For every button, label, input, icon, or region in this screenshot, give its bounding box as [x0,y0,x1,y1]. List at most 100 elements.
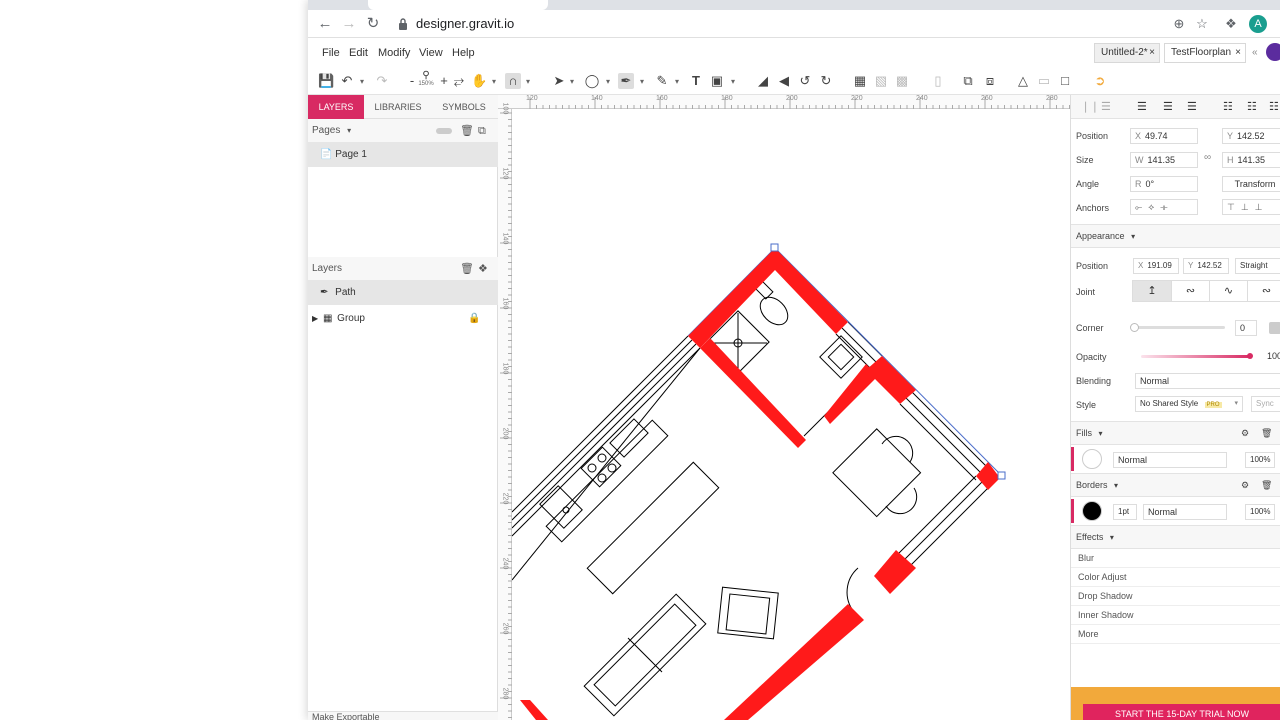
opacity-value[interactable]: 100% [1263,349,1280,365]
chevron-down-icon[interactable]: ▾ [526,77,530,86]
effect-inner-shadow[interactable]: Inner Shadow [1071,606,1280,625]
close-icon[interactable]: × [1149,44,1155,62]
chevron-down-icon[interactable]: ▾ [606,77,610,86]
pen-icon[interactable]: ✒ [618,73,634,89]
reload-icon[interactable]: ↻ [364,15,382,33]
borders-header[interactable]: Borders ▾ ⚙ 🗑 [1071,473,1280,497]
menu-view[interactable]: View [419,47,443,59]
tab-libraries[interactable]: LIBRARIES [368,95,428,119]
export-label[interactable]: Make Exportable [312,712,380,720]
collapse-icon[interactable]: « [1252,47,1258,58]
avatar[interactable]: A [1249,15,1267,33]
doc-tab-floorplan[interactable]: TestFloorplan × [1164,43,1246,63]
boolean-icon[interactable]: △ [1015,73,1031,89]
sync-button[interactable]: Sync [1251,396,1280,412]
fill-swatch[interactable] [1082,449,1102,469]
tab-symbols[interactable]: SYMBOLS [436,95,492,119]
add-icon[interactable]: ⊕ [1170,15,1188,33]
fit-icon[interactable]: ⥂ [451,73,467,89]
align-middle-icon[interactable]: ☷ [1247,100,1257,113]
crop-icon[interactable]: □ [1057,73,1073,89]
snap-magnet-icon[interactable]: ∩ [505,73,521,89]
align-left-icon[interactable]: ☰ [1137,100,1147,113]
browser-tab[interactable] [548,0,728,10]
hand-icon[interactable]: ✋ [471,73,487,89]
selection-handle[interactable] [997,471,1006,480]
pencil-icon[interactable]: ✎ [654,73,670,89]
curve-select[interactable]: Straight [1235,258,1280,274]
corner-field[interactable]: 0 [1235,320,1257,336]
joint-asym-icon[interactable]: ∾ [1247,281,1280,301]
flip-horizontal-icon[interactable]: ◢ [755,73,771,89]
transform-button[interactable]: Transform [1222,176,1280,192]
undo-icon[interactable]: ↶ [339,73,355,89]
chevron-down-icon[interactable]: ▾ [492,77,496,86]
text-icon[interactable]: T [688,73,704,89]
app-x-field[interactable]: X 191.09 [1133,258,1179,274]
border-swatch[interactable] [1082,501,1102,521]
align-bottom-icon[interactable]: ☷ [1269,100,1279,113]
lock-icon[interactable]: 🔒 [468,307,480,331]
export-icon[interactable]: ➲ [1092,73,1108,89]
joint-symmetric-icon[interactable]: ∿ [1209,281,1247,301]
forward-icon[interactable]: → [340,15,358,33]
path-op-icon[interactable]: ▯ [930,73,946,89]
effect-color-adjust[interactable]: Color Adjust [1071,568,1280,587]
tab-layers[interactable]: LAYERS [308,95,364,119]
chevron-down-icon[interactable]: ▾ [731,77,735,86]
chevron-down-icon[interactable]: ▾ [570,77,574,86]
corner-options-icon[interactable] [1269,322,1280,334]
border-opacity[interactable]: 100% [1245,504,1275,520]
outline-icon[interactable]: ▭ [1036,73,1052,89]
zoom-control[interactable]: ⚲ 150% [416,70,436,87]
chevron-right-icon[interactable]: ▶ [312,314,318,323]
image-icon[interactable]: ▣ [709,73,725,89]
url-text[interactable]: designer.gravit.io [416,16,514,31]
user-avatar[interactable] [1266,43,1280,61]
browser-tab-active[interactable] [368,0,548,10]
corner-slider[interactable] [1130,323,1225,332]
settings-icon[interactable]: ⚙ [1241,474,1249,496]
distribute-h-icon[interactable]: ❘❘ [1081,100,1099,113]
close-icon[interactable]: × [1235,44,1241,62]
extensions-icon[interactable]: ❖ [1222,15,1240,33]
toggle-switch[interactable] [436,128,452,134]
border-width[interactable]: 1pt [1113,504,1137,520]
slider-thumb[interactable] [1130,323,1139,332]
opacity-slider[interactable] [1141,353,1253,359]
align-right-icon[interactable]: ☰ [1187,100,1197,113]
floorplan-drawing[interactable] [512,109,1070,720]
trash-icon[interactable]: 🗑 [1261,474,1272,496]
fill-mode-select[interactable]: Normal [1113,452,1227,468]
app-y-field[interactable]: Y 142.52 [1183,258,1229,274]
menu-modify[interactable]: Modify [378,47,410,59]
blending-select[interactable]: Normal [1135,373,1280,389]
y-field[interactable]: Y 142.52 [1222,128,1280,144]
send-backward-icon[interactable]: ⧈ [982,73,998,89]
rotate-left-icon[interactable]: ↺ [797,73,813,89]
redo-icon[interactable]: ↷ [374,73,390,89]
design-canvas[interactable] [512,109,1070,720]
menu-help[interactable]: Help [452,47,475,59]
bring-forward-icon[interactable]: ⧉ [960,73,976,89]
align-center-icon[interactable]: ☰ [1163,100,1173,113]
zoom-in-icon[interactable]: + [436,73,452,89]
vertical-ruler[interactable]: 100 120 140 160 180 200 220 240 260 280 [498,103,512,720]
fills-header[interactable]: Fills ▾ ⚙ 🗑 [1071,421,1280,445]
distribute-v-icon[interactable]: ☰ [1101,100,1111,113]
shape-icon[interactable]: ◯ [584,73,600,89]
pointer-icon[interactable]: ➤ [551,73,567,89]
add-page-icon[interactable]: ⧉ [478,119,486,143]
ungroup-icon[interactable]: ▧ [873,73,889,89]
x-field[interactable]: X 49.74 [1130,128,1198,144]
rotate-right-icon[interactable]: ↻ [818,73,834,89]
width-field[interactable]: W 141.35 [1130,152,1198,168]
height-field[interactable]: H 141.35 [1222,152,1280,168]
save-icon[interactable]: 💾 [318,73,334,89]
link-icon[interactable]: ∞ [1204,152,1211,163]
chevron-down-icon[interactable]: ▾ [640,77,644,86]
menu-edit[interactable]: Edit [349,47,368,59]
trash-icon[interactable]: 🗑 [1261,422,1272,444]
chevron-down-icon[interactable]: ▾ [347,126,351,135]
add-layer-icon[interactable]: ❖ [478,257,488,281]
